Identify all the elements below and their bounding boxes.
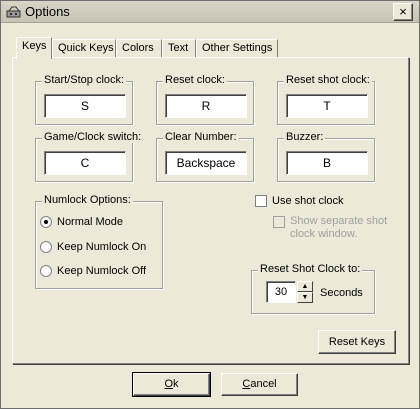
tab-quick-keys[interactable]: Quick Keys bbox=[52, 39, 116, 58]
tab-colors[interactable]: Colors bbox=[116, 39, 162, 58]
seconds-label: Seconds bbox=[320, 287, 363, 299]
arrow-down-icon: ▼ bbox=[301, 294, 309, 301]
radio-normal-mode[interactable]: Normal Mode bbox=[40, 216, 123, 232]
shot-clock-seconds-input[interactable]: 30 bbox=[266, 281, 296, 303]
game-clock-key-field[interactable]: C bbox=[44, 151, 126, 175]
close-icon: × bbox=[399, 4, 407, 19]
game-clock-group: Game/Clock switch: C bbox=[35, 131, 144, 182]
numlock-options-label: Numlock Options: bbox=[42, 194, 133, 206]
buzzer-key-field[interactable]: B bbox=[286, 151, 368, 175]
start-stop-key-field[interactable]: S bbox=[44, 94, 126, 118]
ok-button[interactable]: Ok bbox=[132, 372, 211, 397]
reset-clock-group: Reset clock: R bbox=[156, 74, 254, 125]
start-stop-label: Start/Stop clock: bbox=[42, 74, 127, 86]
options-dialog: Options × Keys Quick Keys Colors Text Ot… bbox=[0, 0, 420, 409]
start-stop-group: Start/Stop clock: S bbox=[35, 74, 133, 125]
use-shot-clock-checkbox[interactable]: Use shot clock bbox=[255, 195, 344, 208]
checkbox-disabled-icon bbox=[273, 216, 285, 228]
tab-text[interactable]: Text bbox=[162, 39, 196, 58]
buzzer-label: Buzzer: bbox=[284, 131, 326, 143]
buzzer-group: Buzzer: B bbox=[277, 131, 375, 182]
options-icon bbox=[6, 6, 21, 18]
reset-shot-key-field[interactable]: T bbox=[286, 94, 368, 118]
radio-selected-icon bbox=[40, 216, 52, 229]
arrow-up-icon: ▲ bbox=[301, 283, 309, 290]
reset-shot-clock-to-group: Reset Shot Clock to: 30 ▲ ▼ Seconds bbox=[251, 263, 375, 314]
reset-keys-button[interactable]: Reset Keys bbox=[318, 330, 396, 354]
clear-number-group: Clear Number: Backspace bbox=[156, 131, 254, 182]
reset-clock-key-field[interactable]: R bbox=[165, 94, 247, 118]
shot-clock-spinner: ▲ ▼ bbox=[297, 281, 313, 303]
close-button[interactable]: × bbox=[393, 3, 413, 21]
title-bar[interactable]: Options × bbox=[1, 1, 419, 23]
clear-number-label: Clear Number: bbox=[163, 131, 239, 143]
tab-other-settings[interactable]: Other Settings bbox=[196, 39, 278, 58]
reset-clock-label: Reset clock: bbox=[163, 74, 227, 86]
keys-tab-panel: Start/Stop clock: S Reset clock: R Reset… bbox=[12, 57, 409, 364]
tab-keys[interactable]: Keys bbox=[16, 37, 52, 59]
reset-shot-clock-to-label: Reset Shot Clock to: bbox=[258, 263, 363, 275]
spin-up-button[interactable]: ▲ bbox=[297, 281, 313, 292]
cancel-button[interactable]: Cancel bbox=[221, 373, 298, 396]
numlock-options-group: Numlock Options: Normal Mode Keep Numloc… bbox=[35, 194, 163, 289]
reset-shot-label: Reset shot clock: bbox=[284, 74, 372, 86]
checkbox-icon bbox=[255, 195, 267, 208]
clear-number-key-field[interactable]: Backspace bbox=[165, 151, 247, 175]
window-title: Options bbox=[25, 4, 70, 19]
radio-unselected-icon bbox=[40, 241, 52, 254]
radio-keep-numlock-off[interactable]: Keep Numlock Off bbox=[40, 265, 146, 281]
reset-shot-group: Reset shot clock: T bbox=[277, 74, 375, 125]
show-separate-window-label: Show separate shot clock window. bbox=[290, 215, 388, 240]
game-clock-label: Game/Clock switch: bbox=[42, 131, 144, 143]
spin-down-button[interactable]: ▼ bbox=[297, 292, 313, 303]
radio-keep-numlock-on[interactable]: Keep Numlock On bbox=[40, 241, 146, 257]
radio-unselected-icon bbox=[40, 265, 52, 278]
